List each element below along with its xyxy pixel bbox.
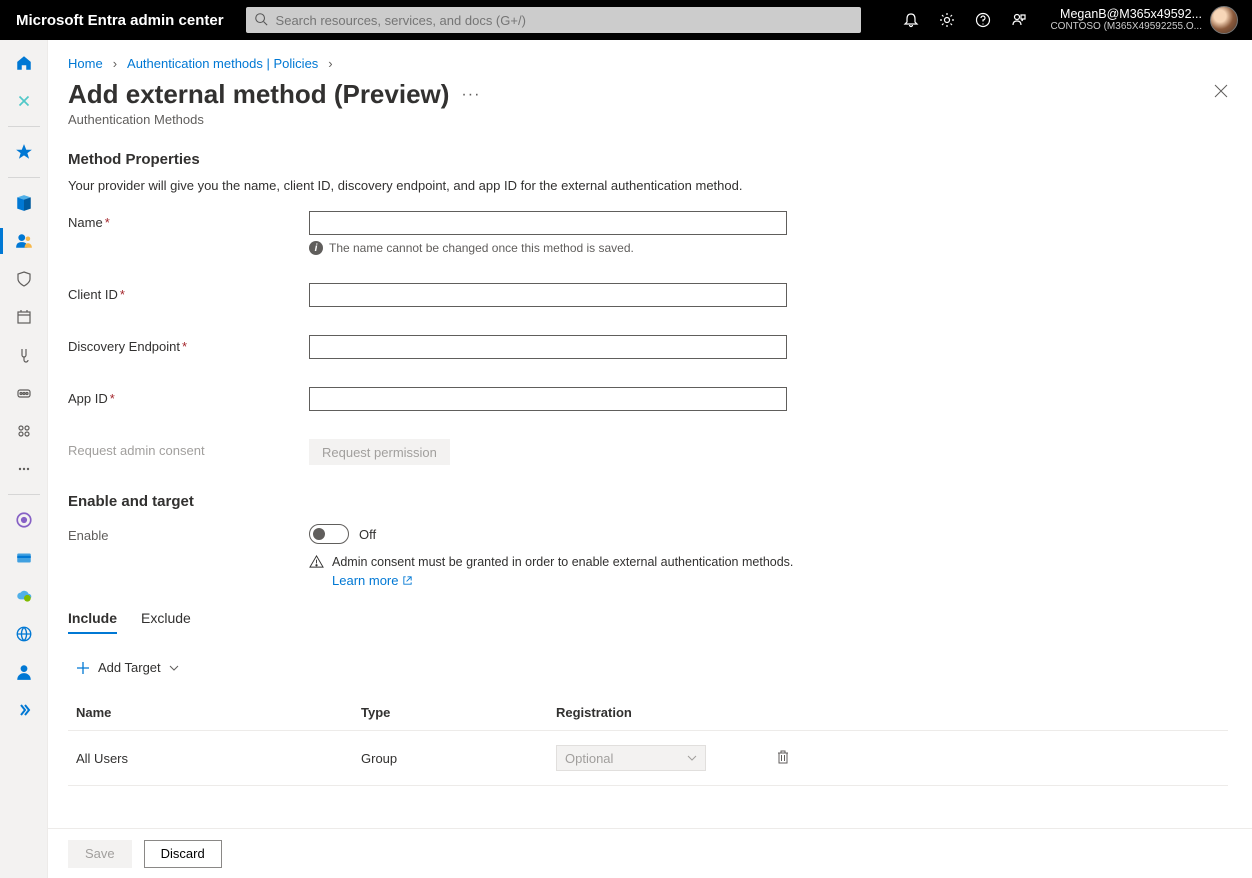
account-user: MeganB@M365x49592... [1050, 7, 1202, 21]
left-rail [0, 40, 48, 878]
chevron-down-icon [687, 753, 697, 763]
rail-favorites[interactable] [0, 133, 48, 171]
rail-hybrid[interactable] [0, 501, 48, 539]
rail-apps[interactable] [0, 412, 48, 450]
search-input[interactable] [246, 7, 861, 33]
add-target-button[interactable]: Add Target [68, 654, 179, 695]
rail-verification[interactable] [0, 336, 48, 374]
toggle-state: Off [359, 527, 376, 542]
account-menu[interactable]: MeganB@M365x49592... CONTOSO (M365X49592… [1038, 6, 1242, 34]
registration-select[interactable]: Optional [556, 745, 706, 771]
discovery-input[interactable] [309, 335, 787, 359]
external-link-icon [402, 575, 413, 586]
rail-permissions[interactable] [0, 374, 48, 412]
row-name: All Users [68, 731, 353, 786]
rail-governance[interactable] [0, 298, 48, 336]
top-bar: Microsoft Entra admin center MeganB@M365… [0, 0, 1252, 40]
settings-icon[interactable] [930, 0, 964, 40]
enable-label: Enable [68, 524, 309, 543]
col-type: Type [353, 695, 548, 731]
app-id-label: App ID* [68, 387, 309, 406]
chevron-right-icon: › [113, 56, 117, 71]
rail-protection[interactable] [0, 260, 48, 298]
rail-home[interactable] [0, 44, 48, 82]
col-name: Name [68, 695, 353, 731]
consent-label: Request admin consent [68, 439, 309, 458]
col-registration: Registration [548, 695, 768, 731]
breadcrumb: Home › Authentication methods | Policies… [68, 56, 1228, 71]
page-title: Add external method (Preview) [68, 79, 449, 110]
rail-global[interactable] [0, 615, 48, 653]
section-method-properties: Method Properties [68, 151, 1228, 168]
breadcrumb-auth-methods[interactable]: Authentication methods | Policies [127, 56, 318, 71]
row-type: Group [353, 731, 548, 786]
discovery-label: Discovery Endpoint* [68, 335, 309, 354]
delete-row-button[interactable] [776, 753, 790, 768]
method-properties-desc: Your provider will give you the name, cl… [68, 178, 1228, 193]
save-button[interactable]: Save [68, 840, 132, 868]
table-row: All Users Group Optional [68, 731, 1228, 786]
consent-warning: Admin consent must be granted in order t… [309, 554, 793, 569]
chevron-down-icon [169, 663, 179, 673]
rail-identity[interactable] [0, 184, 48, 222]
discard-button[interactable]: Discard [144, 840, 222, 868]
account-tenant: CONTOSO (M365X49592255.O... [1050, 21, 1202, 33]
rail-expand[interactable] [0, 691, 48, 729]
warning-icon [309, 554, 324, 569]
targets-table: Name Type Registration All Users Group O… [68, 695, 1228, 786]
rail-more[interactable] [0, 450, 48, 488]
trash-icon [776, 749, 790, 765]
enable-toggle[interactable] [309, 524, 349, 544]
learn-more-link[interactable]: Learn more [332, 573, 413, 588]
client-id-label: Client ID* [68, 283, 309, 302]
info-icon: i [309, 241, 323, 255]
section-enable-target: Enable and target [68, 493, 1228, 510]
close-icon[interactable] [1214, 84, 1228, 103]
rail-diagnose[interactable] [0, 82, 48, 120]
footer-bar: Save Discard [48, 828, 1252, 878]
page-subtitle: Authentication Methods [68, 112, 1228, 127]
client-id-input[interactable] [309, 283, 787, 307]
tab-include[interactable]: Include [68, 610, 117, 634]
rail-billing[interactable] [0, 539, 48, 577]
breadcrumb-home[interactable]: Home [68, 56, 103, 71]
main-content: Home › Authentication methods | Policies… [48, 40, 1252, 878]
title-more-icon[interactable]: ··· [461, 86, 480, 104]
avatar [1210, 6, 1238, 34]
plus-icon [76, 661, 90, 675]
app-id-input[interactable] [309, 387, 787, 411]
rail-users[interactable] [0, 222, 48, 260]
search-box[interactable] [246, 7, 861, 33]
name-hint: i The name cannot be changed once this m… [309, 241, 787, 255]
rail-person[interactable] [0, 653, 48, 691]
tab-exclude[interactable]: Exclude [141, 610, 191, 634]
notifications-icon[interactable] [894, 0, 928, 40]
feedback-icon[interactable] [1002, 0, 1036, 40]
chevron-right-icon: › [328, 56, 332, 71]
brand-title: Microsoft Entra admin center [16, 12, 224, 29]
name-input[interactable] [309, 211, 787, 235]
name-label: Name* [68, 211, 309, 230]
help-icon[interactable] [966, 0, 1000, 40]
target-tabs: Include Exclude [68, 610, 1228, 634]
rail-cloud[interactable] [0, 577, 48, 615]
request-permission-button[interactable]: Request permission [309, 439, 450, 465]
